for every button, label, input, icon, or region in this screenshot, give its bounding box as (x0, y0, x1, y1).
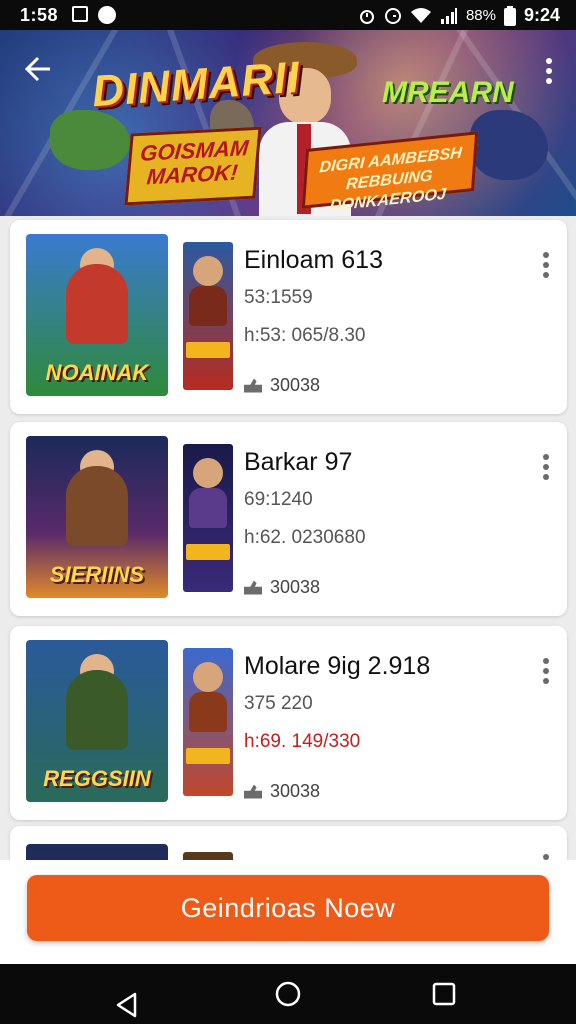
cta-container: Geindrioas Noew (0, 860, 576, 964)
card-menu-icon[interactable] (543, 252, 549, 282)
back-arrow-icon[interactable] (22, 54, 56, 88)
game-title: Molare 9ig 2.918 (244, 652, 431, 680)
status-bar: 1:58 88% 9:24 (0, 0, 576, 30)
overflow-menu-icon[interactable] (546, 58, 554, 88)
status-time: 1:58 (20, 5, 59, 25)
download-count: 30038 (270, 375, 321, 395)
game-subtitle: 69:1240 (244, 489, 313, 510)
game-card[interactable]: NOAINAK Einloam 613 53:1559 h:53: 065/8.… (10, 220, 567, 414)
notification-circle-icon (98, 6, 116, 24)
game-cover: NOAINAK (26, 234, 168, 396)
card-menu-icon[interactable] (543, 658, 549, 688)
game-subtitle: 375 220 (244, 693, 313, 714)
banner-title-right: MREARN (382, 76, 514, 109)
nav-home-icon[interactable] (274, 980, 302, 1008)
game-card[interactable]: REGGSIIN Molare 9ig 2.918 375 220 h:69. … (10, 626, 567, 820)
game-card[interactable]: SIERIINS Barkar 97 69:1240 h:62. 0230680… (10, 422, 567, 616)
thumbs-up-icon (244, 784, 262, 799)
nav-recents-icon[interactable] (432, 982, 456, 1006)
thumbs-up-icon (244, 580, 262, 595)
banner-ribbon-left: GOISMAM MAROK! (124, 126, 262, 206)
wifi-icon (410, 7, 431, 23)
game-thumbnail (183, 444, 233, 592)
game-price: h:62. 0230680 (244, 527, 366, 548)
beast-creature (470, 110, 548, 180)
game-title: Einloam 613 (244, 246, 383, 274)
game-title: Barkar 97 (244, 448, 353, 476)
notification-square-icon (72, 6, 88, 22)
battery-percent: 88% (465, 7, 496, 24)
game-thumbnail (183, 648, 233, 796)
clock-icon (384, 7, 401, 24)
hero-banner: DINMARII MREARN GOISMAM MAROK! DIGRI AAM… (0, 30, 576, 216)
game-cover: SIERIINS (26, 436, 168, 598)
dragon-creature (50, 110, 130, 170)
game-cover: REGGSIIN (26, 640, 168, 802)
status-clock: 9:24 (523, 5, 560, 25)
game-price: h:69. 149/330 (244, 731, 361, 752)
alarm-icon (359, 9, 374, 24)
download-count: 30038 (270, 781, 321, 801)
game-subtitle: 53:1559 (244, 287, 313, 308)
card-menu-icon[interactable] (543, 454, 549, 484)
thumbs-up-icon (244, 378, 262, 393)
battery-icon (503, 5, 516, 26)
system-nav-bar (0, 964, 576, 1024)
primary-action-button[interactable]: Geindrioas Noew (27, 875, 549, 941)
game-cover-logo: NOAINAK (45, 360, 149, 385)
game-cover-logo: SIERIINS (49, 562, 145, 587)
game-price: h:53: 065/8.30 (244, 325, 366, 346)
game-thumbnail (183, 242, 233, 390)
signal-icon (440, 7, 457, 24)
game-cover-logo: REGGSIIN (43, 766, 151, 791)
nav-back-icon[interactable] (116, 982, 138, 1018)
download-count: 30038 (270, 577, 321, 597)
